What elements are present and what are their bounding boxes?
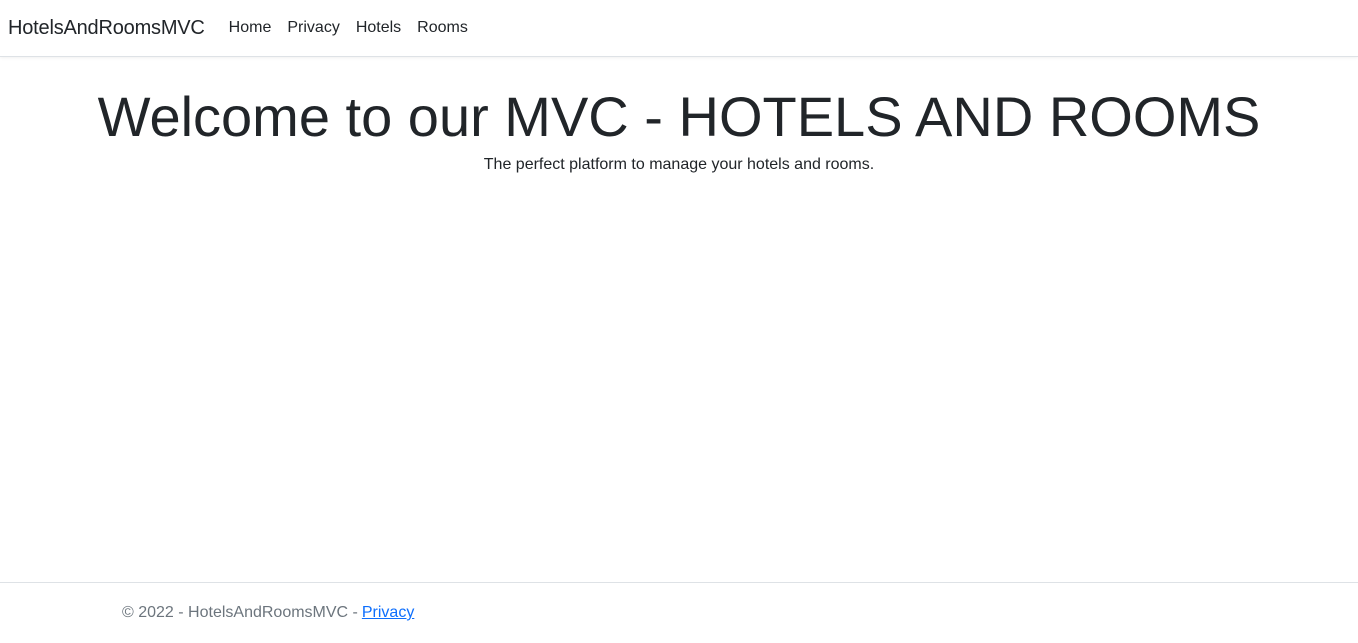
nav-item-rooms: Rooms: [417, 19, 484, 37]
page-title: Welcome to our MVC - HOTELS AND ROOMS: [97, 85, 1261, 148]
nav-link-rooms[interactable]: Rooms: [417, 19, 468, 37]
nav-link-home[interactable]: Home: [229, 19, 272, 37]
nav-link-privacy[interactable]: Privacy: [287, 19, 339, 37]
page-subtitle: The perfect platform to manage your hote…: [483, 156, 875, 174]
nav-item-privacy: Privacy: [287, 19, 355, 37]
nav-menu: Home Privacy Hotels Rooms: [229, 19, 484, 37]
footer-privacy-link[interactable]: Privacy: [362, 604, 414, 622]
page-footer: © 2022 - HotelsAndRoomsMVC - Privacy: [0, 582, 1358, 643]
brand-link[interactable]: HotelsAndRoomsMVC: [8, 17, 205, 40]
footer-copyright: © 2022 - HotelsAndRoomsMVC -: [122, 604, 358, 621]
nav-link-hotels[interactable]: Hotels: [356, 19, 401, 37]
top-navbar: HotelsAndRoomsMVC Home Privacy Hotels Ro…: [0, 0, 1358, 57]
main-content: Welcome to our MVC - HOTELS AND ROOMS Th…: [0, 57, 1358, 582]
nav-item-home: Home: [229, 19, 288, 37]
nav-item-hotels: Hotels: [356, 19, 417, 37]
page: HotelsAndRoomsMVC Home Privacy Hotels Ro…: [0, 0, 1358, 643]
